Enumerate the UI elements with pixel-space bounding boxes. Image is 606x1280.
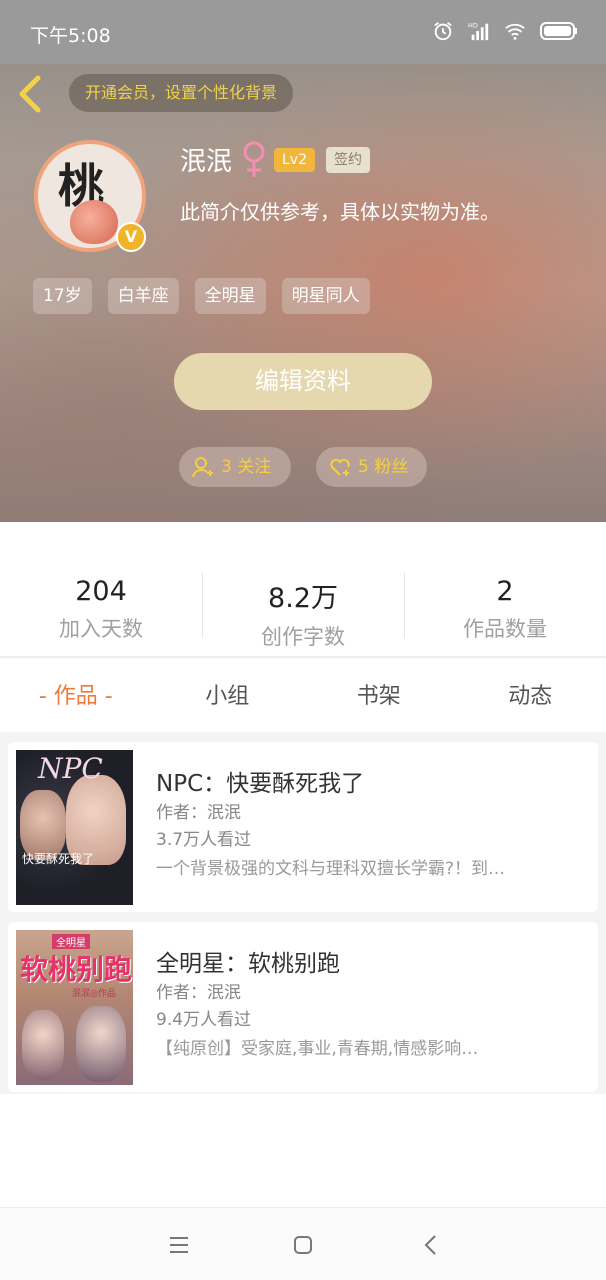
edit-profile-button[interactable]: 编辑资料 xyxy=(174,353,432,410)
battery-icon xyxy=(540,22,577,40)
book-views: 9.4万人看过 xyxy=(156,1010,252,1030)
profile-header: 下午5:08 HD 开通会员，设置个性化背景 桃 V 泯泯 Lv2 签约 此简介… xyxy=(0,0,606,522)
cover-figure xyxy=(76,1006,126,1082)
book-views: 3.7万人看过 xyxy=(156,830,252,850)
level-badge: Lv2 xyxy=(274,148,315,172)
tab-bookshelf[interactable]: 书架 xyxy=(303,670,455,724)
stat-value: 204 xyxy=(75,576,127,607)
profile-tabs: - 作品 - 小组 书架 动态 xyxy=(0,670,606,724)
following-count: 3 关注 xyxy=(221,457,272,477)
tag-zodiac: 白羊座 xyxy=(107,278,179,314)
divider xyxy=(0,656,606,658)
tag-age: 17岁 xyxy=(33,278,92,314)
menu-icon[interactable] xyxy=(164,1230,194,1260)
book-card[interactable]: 全明星 软桃别跑 泯泯◎作品 全明星：软桃别跑 作者：泯泯 9.4万人看过 【纯… xyxy=(8,922,598,1092)
stat-label: 作品数量 xyxy=(463,617,547,641)
stat-days-joined: 204 加入天数 xyxy=(0,560,202,650)
status-time: 下午5:08 xyxy=(30,25,111,47)
followers-button[interactable]: 5 粉丝 xyxy=(316,447,427,487)
vip-background-promo[interactable]: 开通会员，设置个性化背景 xyxy=(69,74,294,112)
stat-label: 加入天数 xyxy=(59,617,143,641)
signed-badge: 签约 xyxy=(326,147,370,173)
book-cover[interactable]: 全明星 软桃别跑 泯泯◎作品 xyxy=(16,930,133,1085)
stat-value: 2 xyxy=(496,576,514,607)
cover-figure xyxy=(22,1010,64,1080)
user-add-icon xyxy=(192,457,213,478)
verified-badge: V xyxy=(116,222,146,252)
book-author: 作者：泯泯 xyxy=(156,803,241,823)
tag-category: 全明星 xyxy=(194,278,266,314)
status-icons: HD xyxy=(432,20,578,42)
alarm-icon xyxy=(434,22,452,41)
cellular-signal-icon: HD xyxy=(468,21,489,41)
stat-works-count: 2 作品数量 xyxy=(404,560,606,650)
username: 泯泯 xyxy=(180,147,233,177)
peach-icon xyxy=(70,200,118,244)
profile-stats: 204 加入天数 8.2万 创作字数 2 作品数量 xyxy=(0,560,606,650)
profile-tags: 17岁 白羊座 全明星 明星同人 xyxy=(33,278,370,314)
book-cover[interactable]: NPC 快要酥死我了 xyxy=(16,750,133,905)
tab-activity[interactable]: 动态 xyxy=(455,670,606,724)
cover-top-label: 全明星 xyxy=(52,934,90,949)
back-button[interactable] xyxy=(14,74,50,114)
cover-title: NPC xyxy=(38,752,103,785)
back-icon[interactable] xyxy=(416,1230,446,1260)
cover-subtitle: 快要酥死我了 xyxy=(22,852,95,866)
book-author: 作者：泯泯 xyxy=(156,983,241,1003)
tab-groups[interactable]: 小组 xyxy=(152,670,304,724)
book-description: 【纯原创】受家庭,事业,青春期,情感影响… xyxy=(156,1039,479,1059)
svg-text:HD: HD xyxy=(468,21,478,29)
cover-title: 软桃别跑 xyxy=(20,953,133,986)
stat-value: 8.2万 xyxy=(268,583,338,614)
system-nav-bar xyxy=(0,1207,606,1280)
book-title[interactable]: NPC：快要酥死我了 xyxy=(156,764,364,798)
book-card[interactable]: NPC 快要酥死我了 NPC：快要酥死我了 作者：泯泯 3.7万人看过 一个背景… xyxy=(8,742,598,912)
following-button[interactable]: 3 关注 xyxy=(179,447,291,487)
status-bar: 下午5:08 HD xyxy=(0,0,606,64)
followers-count: 5 粉丝 xyxy=(358,457,409,477)
tab-works[interactable]: - 作品 - xyxy=(0,670,152,724)
stat-label: 创作字数 xyxy=(261,625,345,649)
heart-plus-icon xyxy=(330,458,350,476)
profile-bio: 此简介仅供参考，具体以实物为准。 xyxy=(180,200,500,224)
book-description: 一个背景极强的文科与理科双擅长学霸?！到… xyxy=(156,859,506,879)
stat-word-count: 8.2万 创作字数 xyxy=(202,560,404,650)
book-title[interactable]: 全明星：软桃别跑 xyxy=(156,944,340,978)
tag-genre: 明星同人 xyxy=(281,278,370,314)
female-gender-icon xyxy=(243,141,265,177)
wifi-icon xyxy=(505,23,525,40)
home-icon[interactable] xyxy=(288,1230,318,1260)
cover-author: 泯泯◎作品 xyxy=(72,989,116,999)
